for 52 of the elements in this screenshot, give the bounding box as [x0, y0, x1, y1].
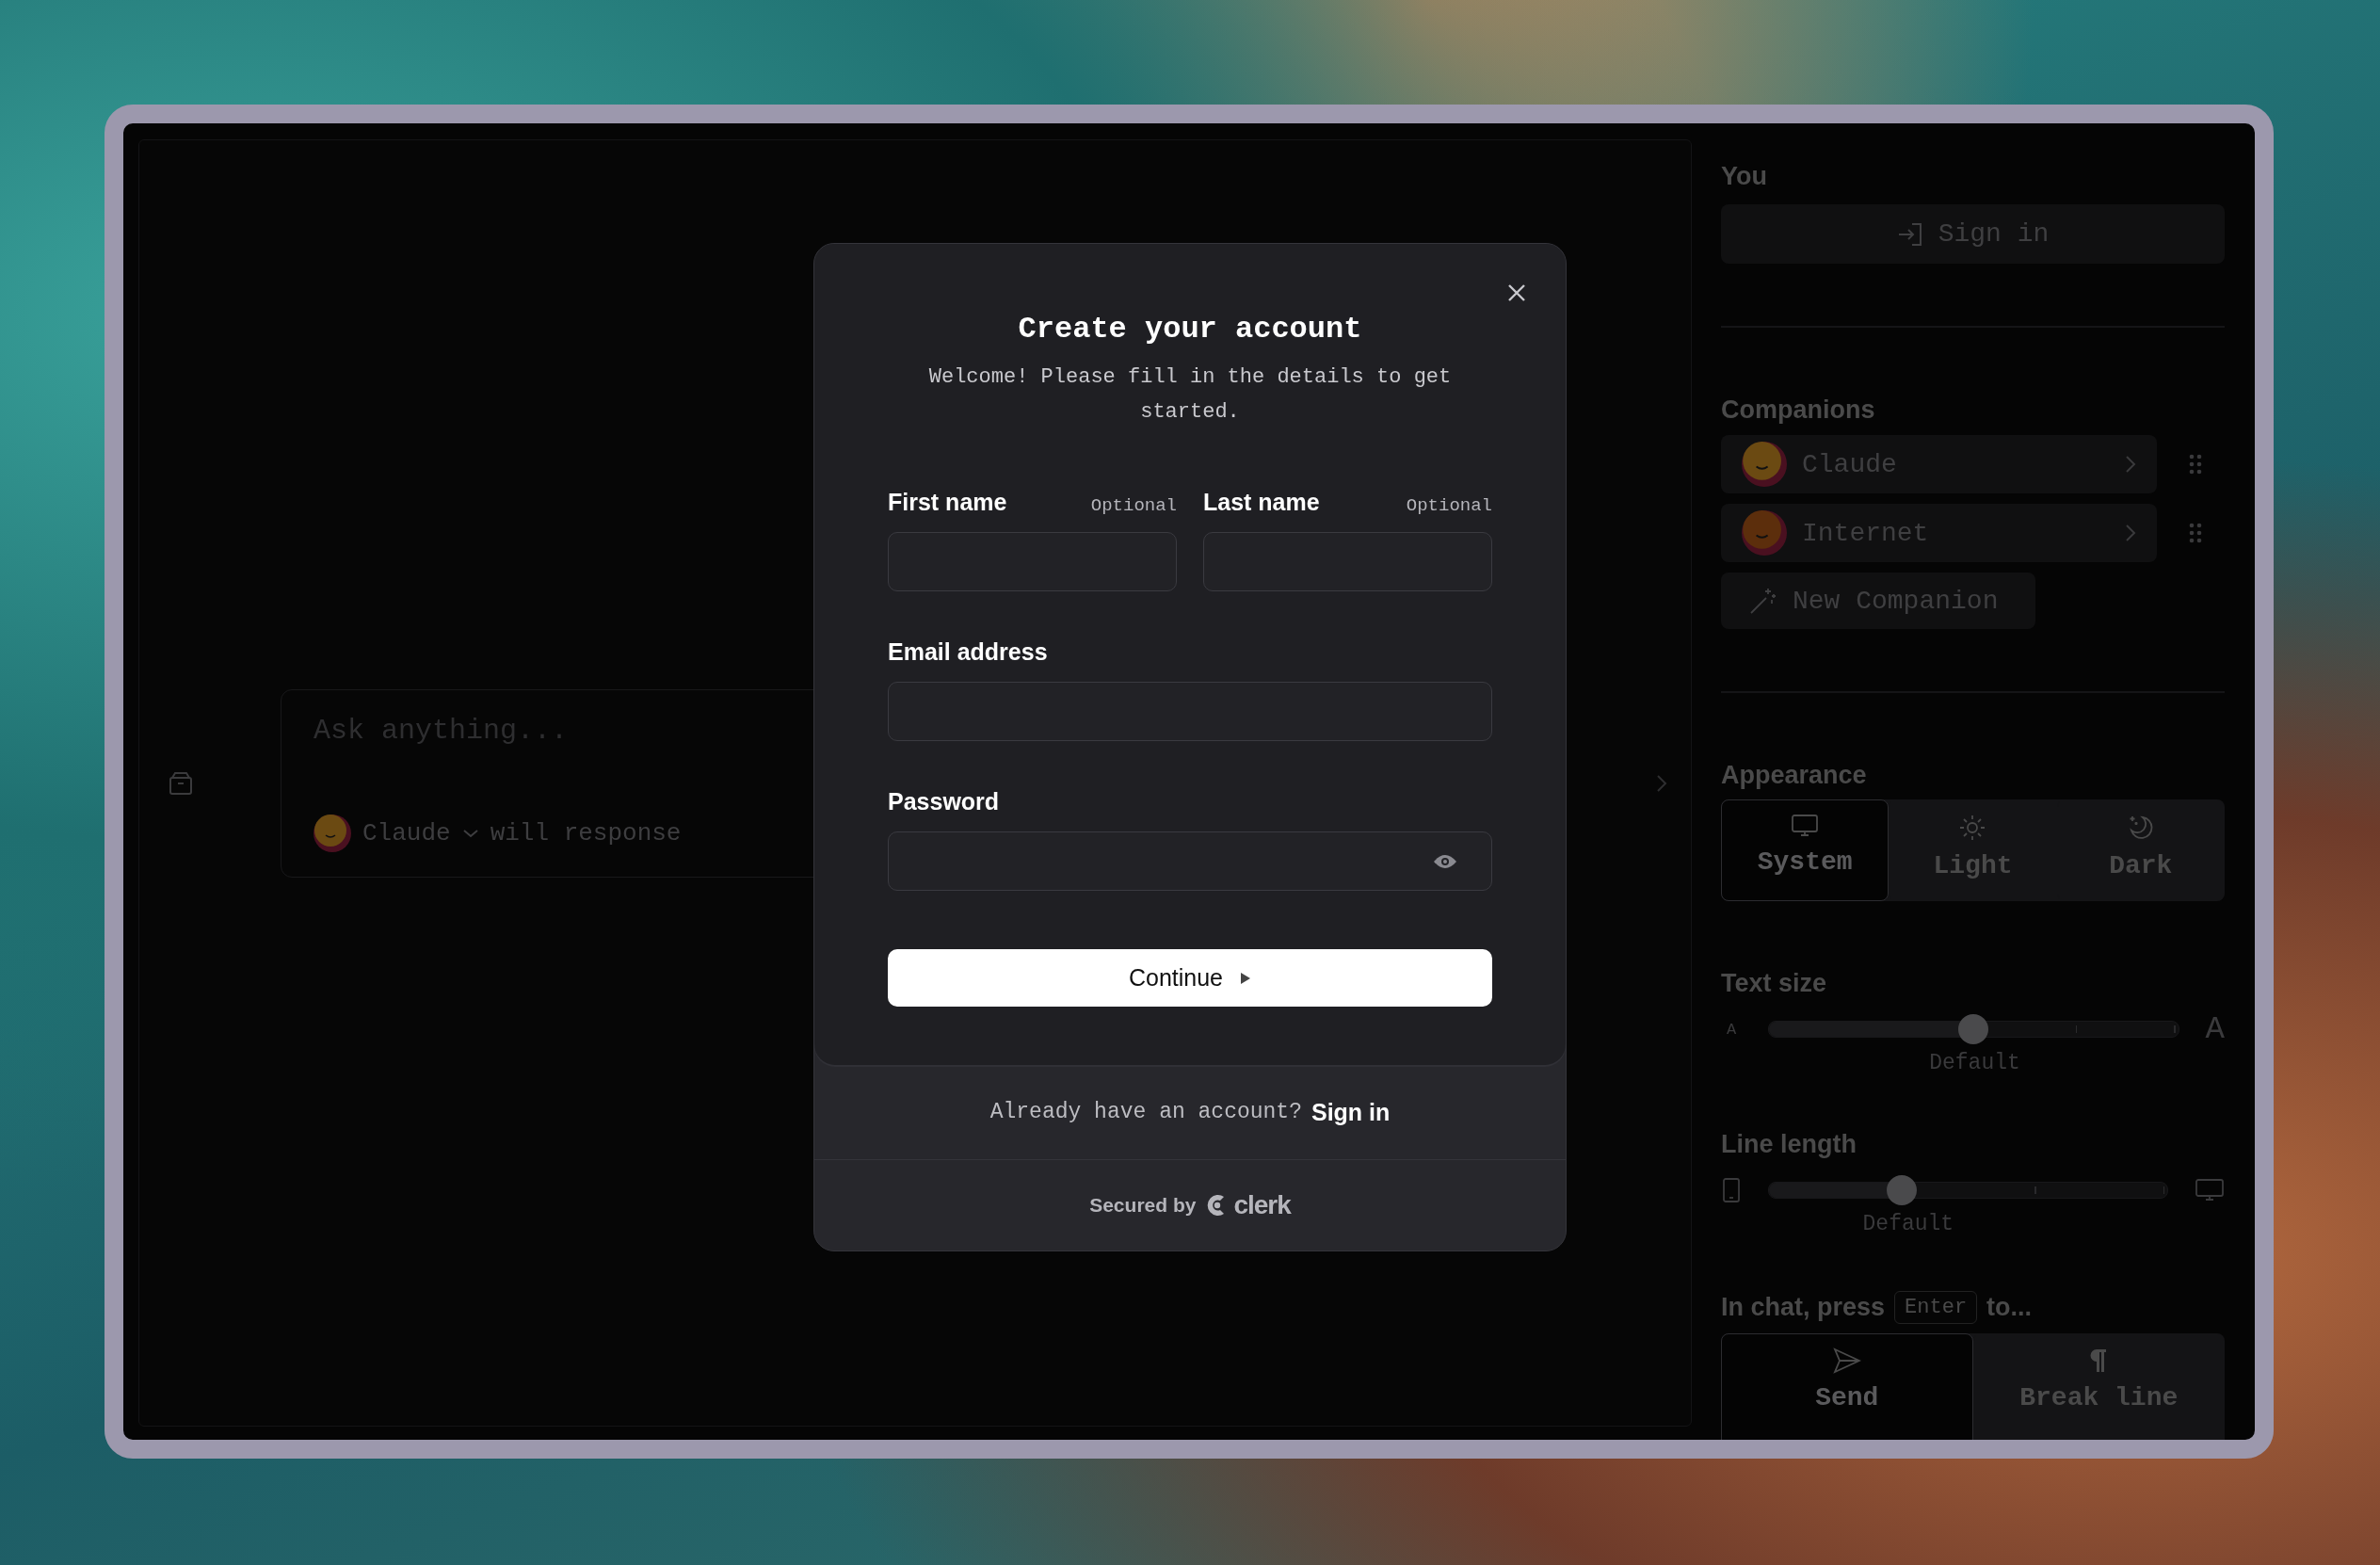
input-field[interactable] [888, 682, 1492, 741]
section-heading: Line length [1721, 1130, 1857, 1159]
monitor-icon [1791, 814, 1820, 838]
slider-thumb[interactable] [1886, 1175, 1917, 1205]
send-icon [1832, 1347, 1861, 1374]
section-heading: Appearance [1721, 761, 1868, 790]
section-heading: In chat, press [1721, 1293, 1886, 1322]
sign-in-link[interactable]: Sign in [1311, 1098, 1391, 1126]
sun-icon [1958, 814, 1987, 842]
chevron-right-icon[interactable] [1655, 772, 1668, 794]
drag-handle-icon[interactable] [2189, 454, 2202, 475]
password-field[interactable] [888, 831, 1492, 891]
input-field[interactable] [888, 532, 1177, 591]
optional-hint: Optional [1406, 495, 1492, 516]
dialog-title: Create your account [1017, 312, 1363, 347]
chevron-down-icon[interactable] [461, 827, 479, 839]
magic-wand-icon [1749, 587, 1777, 615]
key-label: Enter [1894, 1291, 1978, 1324]
section-heading: Companions [1721, 395, 1876, 425]
phone-icon [1721, 1177, 1742, 1203]
option-button[interactable]: Send [1721, 1333, 1973, 1440]
avatar-icon [1742, 442, 1787, 487]
companion-selector[interactable]: Claude [362, 818, 451, 847]
footer-prompt: Already have an account? [989, 1100, 1302, 1124]
section-heading: Text size [1721, 969, 1828, 998]
section-heading: to... [1986, 1293, 2033, 1322]
field-label: Last name [1203, 489, 1320, 516]
brand-name: clerk [1233, 1190, 1291, 1220]
close-icon [1507, 283, 1526, 302]
chevron-right-icon [2125, 455, 2136, 474]
field-label: Password [888, 788, 1000, 815]
input-field[interactable] [1203, 532, 1492, 591]
secured-by-text: Secured by [1089, 1194, 1197, 1217]
option-button[interactable]: System [1721, 799, 1890, 901]
sign-in-icon [1896, 220, 1923, 248]
play-icon [1240, 971, 1252, 985]
optional-hint: Optional [1090, 495, 1177, 516]
slider-thumb[interactable] [1958, 1014, 1989, 1044]
archive-icon[interactable] [168, 769, 194, 797]
field-label: First name [888, 489, 1007, 516]
drag-handle-icon[interactable] [2189, 523, 2202, 543]
pilcrow-icon [2089, 1347, 2109, 1374]
continue-button[interactable]: Continue [888, 949, 1492, 1007]
section-heading: You [1721, 162, 1768, 191]
composer-caption: will response [490, 818, 682, 847]
avatar-icon [314, 814, 351, 852]
avatar-icon [1742, 510, 1787, 556]
monitor-icon [2195, 1178, 2225, 1202]
field-label: Email address [888, 638, 1048, 666]
chevron-right-icon [2125, 524, 2136, 542]
eye-icon[interactable] [1433, 852, 1457, 870]
dialog-subtitle: Welcome! Please fill in the details to get started. [927, 364, 1453, 426]
